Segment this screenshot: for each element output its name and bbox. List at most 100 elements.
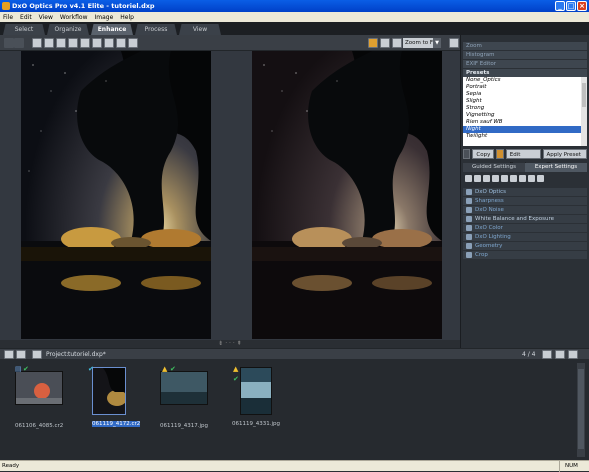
preset-item[interactable]: None_Optics — [463, 77, 587, 84]
back-icon[interactable] — [4, 38, 14, 48]
original-photo[interactable] — [21, 51, 211, 339]
forward-icon[interactable] — [14, 38, 24, 48]
save-icon[interactable] — [32, 350, 42, 359]
section-presets[interactable]: Presets — [463, 69, 587, 77]
zoom-tool-icon[interactable] — [56, 38, 66, 48]
thumbnail-label: 061106_4085.cr2 — [15, 423, 64, 429]
maximize-button[interactable]: □ — [566, 1, 576, 11]
section-histogram[interactable]: Histogram — [463, 51, 587, 59]
image-counter: 4 / 4 — [522, 351, 536, 358]
preset-list[interactable]: None_Optics Portrait Sepia Slight Strong… — [463, 77, 587, 146]
preset-item[interactable]: Sepia — [463, 91, 587, 98]
copy-icon[interactable] — [463, 149, 471, 159]
lighting-icon — [466, 234, 472, 240]
thumb-small-icon[interactable] — [542, 350, 552, 359]
project-bar: Project: tutoriel.dxp* 4 / 4 — [0, 348, 589, 359]
palette-dxo-optics[interactable]: DxO Optics — [463, 188, 587, 196]
white-balance-icon — [466, 216, 472, 222]
menu-help[interactable]: Help — [120, 14, 134, 21]
numlock-indicator: NUM — [559, 461, 583, 472]
copy-button[interactable]: Copy — [472, 149, 495, 159]
preset-item[interactable]: Twilight — [463, 133, 587, 140]
compare-icon[interactable] — [80, 38, 90, 48]
thumbnail[interactable]: ▤ ✔ 061106_4085.cr2 — [15, 365, 64, 429]
tab-organize[interactable]: Organize — [47, 24, 89, 35]
hand-tool-icon[interactable] — [44, 38, 54, 48]
delete-preset-icon[interactable] — [496, 149, 504, 159]
palette-label: DxO Lighting — [475, 234, 511, 240]
palette-sharpness[interactable]: Sharpness — [463, 197, 587, 205]
fullscreen-icon[interactable] — [449, 38, 459, 48]
palette-label: DxO Noise — [475, 207, 504, 213]
minimize-button[interactable]: _ — [555, 1, 565, 11]
thumb-medium-icon[interactable] — [555, 350, 565, 359]
section-zoom[interactable]: Zoom — [463, 42, 587, 50]
palette-white-balance[interactable]: White Balance and Exposure — [463, 215, 587, 223]
palette-geometry[interactable]: Geometry — [463, 242, 587, 250]
thumbnail[interactable]: ▲ ✔ 061119_4331.jpg — [232, 365, 280, 427]
section-exif-editor[interactable]: EXIF Editor — [463, 60, 587, 68]
palette-crop[interactable]: Crop — [463, 251, 587, 259]
image-viewer — [0, 51, 460, 340]
preset-item[interactable]: Slight — [463, 98, 587, 105]
add-images-icon[interactable] — [4, 350, 14, 359]
menu-image[interactable]: Image — [94, 14, 113, 21]
geometry-icon[interactable] — [528, 175, 535, 182]
palette-label: DxO Optics — [475, 189, 506, 195]
tab-process[interactable]: Process — [135, 24, 177, 35]
edit-preset-button[interactable]: Edit Preset — [505, 149, 541, 168]
menu-file[interactable]: File — [3, 14, 13, 21]
contrast-icon[interactable] — [519, 175, 526, 182]
preset-item[interactable]: Rien sauf WB — [463, 119, 587, 126]
palette-label: Geometry — [475, 243, 503, 249]
filter-icon[interactable] — [465, 175, 472, 182]
corrected-photo[interactable] — [252, 51, 442, 339]
white-balance-picker-icon[interactable] — [104, 38, 114, 48]
apply-preset-button[interactable]: Apply Preset ▼ — [542, 149, 588, 168]
rotate-icon[interactable] — [368, 38, 378, 48]
grid-view-icon[interactable] — [32, 38, 42, 48]
actual-size-icon[interactable] — [392, 38, 402, 48]
tab-guided-settings[interactable]: Guided Settings — [463, 163, 525, 172]
palette-dxo-color[interactable]: DxO Color — [463, 224, 587, 232]
tab-expert-settings[interactable]: Expert Settings — [525, 163, 587, 172]
palette-dxo-noise[interactable]: DxO Noise — [463, 206, 587, 214]
apply-preset-label: Apply Preset — [546, 152, 581, 158]
processed-icon: ▤ — [15, 365, 22, 373]
before-after-icon[interactable] — [128, 38, 138, 48]
thumbnail-selected[interactable]: ✔ 061119_4172.cr2 — [88, 365, 141, 427]
remove-images-icon[interactable] — [16, 350, 26, 359]
level-icon[interactable] — [492, 175, 499, 182]
tab-select[interactable]: Select — [3, 24, 45, 35]
menu-edit[interactable]: Edit — [20, 14, 32, 21]
image-icon[interactable] — [483, 175, 490, 182]
workflow-tabs: Select Organize Enhance Process View — [0, 22, 589, 35]
viewer-splitter[interactable]: ⇟ · · · ⇞ — [0, 340, 460, 348]
thumbnail[interactable]: ▲ ✔ 061119_4317.jpg — [160, 365, 208, 429]
color-wheel-icon[interactable] — [510, 175, 517, 182]
thumb-large-icon[interactable] — [568, 350, 578, 359]
circle-icon[interactable] — [501, 175, 508, 182]
fit-window-icon[interactable] — [380, 38, 390, 48]
folder-icon[interactable] — [474, 175, 481, 182]
preset-item[interactable]: Portrait — [463, 84, 587, 91]
check-icon: ✔ — [88, 365, 94, 373]
menu-view[interactable]: View — [39, 14, 53, 21]
filmstrip-scrollbar[interactable] — [577, 363, 585, 457]
zoom-select[interactable]: Zoom to Fit ▼ — [403, 38, 441, 48]
tab-enhance[interactable]: Enhance — [91, 24, 133, 35]
preset-item[interactable]: Vignetting — [463, 112, 587, 119]
image-toolbar: Zoom to Fit ▼ — [0, 35, 460, 51]
crop-tool-icon[interactable] — [68, 38, 78, 48]
menu-workflow[interactable]: Workflow — [60, 14, 88, 21]
check-icon: ✔ — [23, 365, 29, 373]
preset-item-selected[interactable]: Night — [463, 126, 587, 133]
palette-dxo-lighting[interactable]: DxO Lighting — [463, 233, 587, 241]
crop-icon[interactable] — [537, 175, 544, 182]
tab-view[interactable]: View — [179, 24, 221, 35]
straighten-icon[interactable] — [116, 38, 126, 48]
split-view-icon[interactable] — [92, 38, 102, 48]
preset-item[interactable]: Strong — [463, 105, 587, 112]
preset-scrollbar[interactable] — [581, 77, 587, 146]
close-button[interactable]: × — [577, 1, 587, 11]
